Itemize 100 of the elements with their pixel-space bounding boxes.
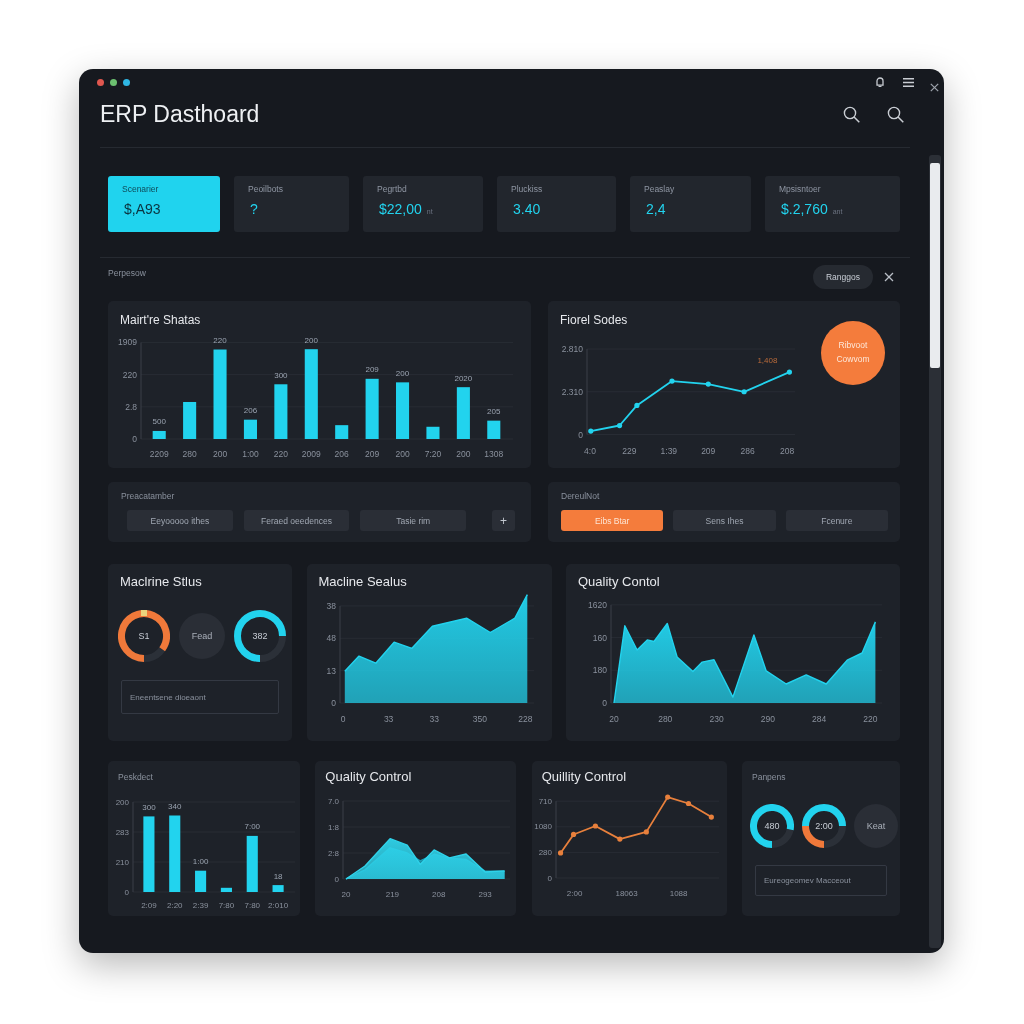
window-dot-icon[interactable]: [123, 78, 130, 86]
kpi-card[interactable]: Scenarier $,A93: [108, 176, 220, 232]
add-button[interactable]: +: [492, 510, 515, 531]
bar: [243, 419, 257, 439]
y-tick-label: 1909: [118, 337, 137, 348]
scrollbar-thumb[interactable]: [929, 163, 940, 368]
note-field[interactable]: Eureogeomev Macceout: [755, 865, 887, 896]
gauge-value: S1: [138, 631, 150, 641]
x-tick-label: 286: [740, 446, 755, 456]
value-label: 2020: [454, 373, 473, 383]
marker-icon: [141, 610, 147, 616]
gauge-value: 382: [252, 631, 268, 641]
x-tick-label: 209: [701, 446, 716, 456]
x-tick-label: 20: [609, 714, 619, 724]
bar: [272, 885, 284, 892]
kpi-card[interactable]: Pluckiss 3.40: [497, 176, 616, 232]
search-icon[interactable]: [887, 105, 904, 123]
kpi-value: ?: [250, 200, 258, 218]
x-tick-label: 229: [622, 446, 637, 456]
value-label: 340: [168, 802, 182, 811]
data-point: [669, 378, 675, 384]
y-tick-label: 2.8: [125, 401, 137, 412]
value-label: 500: [152, 417, 166, 427]
option-button[interactable]: Fcenure: [785, 510, 888, 531]
search-icon[interactable]: [843, 105, 860, 123]
panel-title: Fiorel Sodes: [560, 312, 628, 328]
window-dot-icon[interactable]: [110, 78, 117, 86]
close-icon[interactable]: [884, 272, 894, 282]
bar: [220, 887, 232, 892]
x-tick-label: 4:0: [584, 446, 596, 456]
close-icon[interactable]: [930, 83, 939, 92]
option-button[interactable]: Eeyooooo ithes: [127, 510, 233, 531]
data-point: [741, 389, 747, 395]
value-label: 205: [487, 407, 501, 417]
y-tick-label: 48: [326, 633, 336, 644]
panel-title: Peskdect: [118, 771, 153, 784]
x-tick-label: 33: [429, 714, 439, 724]
x-tick-label: 7:80: [218, 900, 235, 910]
status-disc: Keat: [854, 804, 898, 848]
note-field[interactable]: Eneentsene dioeaont: [121, 680, 279, 714]
data-point: [592, 823, 598, 829]
value-label: 200: [395, 368, 410, 378]
kpi-label: Pegrtbd: [377, 184, 407, 194]
x-tick-label: 200: [395, 449, 410, 459]
y-tick-label: 220: [122, 369, 137, 380]
value-label: 1:00: [192, 857, 209, 867]
value-label: 18: [273, 871, 283, 881]
x-tick-label: 350: [472, 714, 487, 724]
gauge-value: 480: [764, 821, 780, 831]
panel-title: Quality Contol: [578, 574, 660, 590]
menu-icon[interactable]: [903, 77, 914, 87]
window-title: ERP Dasthoard: [100, 100, 260, 128]
summary-badge: Ribvoot Cowvom: [821, 321, 885, 385]
x-tick-label: 280: [658, 714, 673, 724]
y-tick-label: 0: [124, 887, 129, 897]
value-label: 300: [142, 802, 156, 812]
kpi-label: Pluckiss: [511, 184, 543, 194]
x-tick-label: 2:39: [192, 900, 209, 910]
panel-title: Panpens: [752, 771, 786, 784]
data-point: [616, 422, 623, 429]
scrollbar[interactable]: [928, 155, 941, 948]
y-tick-label: 0: [132, 434, 137, 444]
x-tick-label: 33: [383, 714, 393, 724]
x-tick-label: 219: [386, 889, 400, 899]
y-tick-label: 0: [602, 698, 607, 708]
value-label: 209: [365, 365, 379, 375]
x-tick-label: 2:09: [141, 900, 157, 910]
x-tick-label: 18063: [615, 888, 638, 898]
y-tick-label: 0: [334, 874, 340, 884]
bar: [152, 430, 166, 439]
gauge-ring-icon: [802, 804, 846, 848]
x-tick-label: 208: [432, 889, 446, 899]
x-tick-label: 209: [365, 449, 380, 459]
section-label: Perpesow: [108, 268, 146, 278]
option-button[interactable]: Feraed oeedences: [243, 510, 350, 531]
data-point: [708, 814, 714, 820]
panel-title: Quillity Control: [541, 769, 627, 785]
x-tick-label: 2:010: [268, 900, 289, 910]
value-label: 200: [304, 335, 318, 345]
x-tick-label: 1308: [484, 449, 504, 459]
bar: [456, 387, 470, 439]
kpi-value: 2,4: [646, 200, 666, 218]
panel-title: Quality Control: [325, 769, 412, 785]
kpi-label: Mpsisntoer: [779, 184, 821, 194]
x-tick-label: 1:00: [242, 449, 259, 459]
y-tick-label: 1620: [588, 599, 607, 610]
kpi-card[interactable]: Peoilbots ?: [234, 176, 349, 232]
status-disc: Fead: [179, 613, 225, 659]
gauge-value: 2:00: [815, 821, 833, 831]
option-button[interactable]: Sens Ihes: [673, 510, 776, 531]
kpi-label: Peaslay: [644, 184, 675, 194]
value-label: 300: [274, 370, 288, 380]
option-button[interactable]: Tasie rim: [360, 510, 466, 531]
gauge-ring-icon: [750, 804, 794, 848]
bell-icon[interactable]: [876, 77, 884, 87]
kpi-card[interactable]: Peaslay 2,4: [630, 176, 751, 232]
pill-button[interactable]: Ranggos: [812, 265, 873, 289]
bar: [487, 420, 501, 439]
window-dot-icon[interactable]: [97, 78, 104, 86]
y-tick-label: 280: [538, 847, 552, 857]
